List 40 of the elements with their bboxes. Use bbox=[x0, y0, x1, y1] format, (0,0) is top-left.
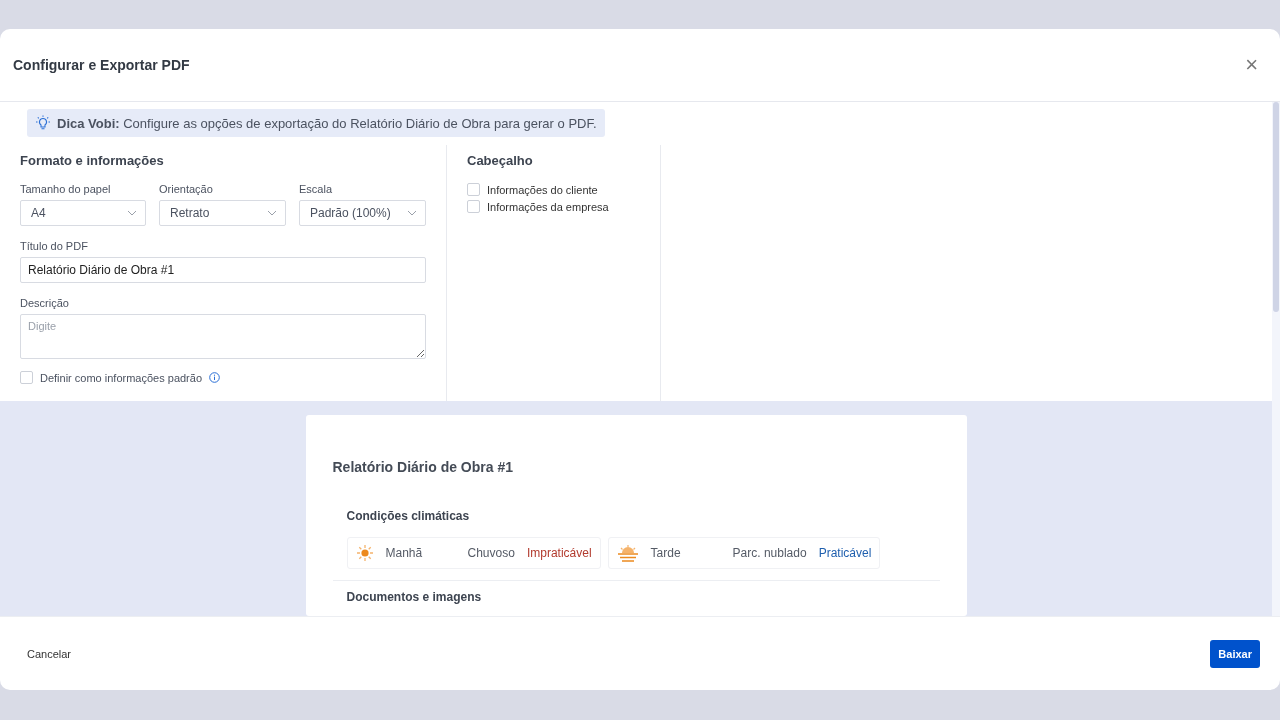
checkbox[interactable] bbox=[20, 371, 33, 384]
field-label: Escala bbox=[299, 183, 334, 195]
field-label: Tamanho do papel bbox=[20, 183, 112, 195]
condition-text: Chuvoso bbox=[467, 546, 515, 560]
field-label: Orientação bbox=[159, 183, 214, 195]
info-icon bbox=[209, 372, 221, 383]
sun-icon bbox=[355, 544, 374, 562]
title-input[interactable]: Relatório Diário de Obra #1 bbox=[20, 257, 426, 283]
checkbox-label: Informações da empresa bbox=[487, 200, 609, 213]
description-input[interactable]: Digite bbox=[20, 314, 426, 359]
close-button[interactable]: × bbox=[1245, 54, 1258, 76]
chevron-down-icon bbox=[407, 210, 417, 216]
field-label: Título do PDF bbox=[20, 240, 89, 252]
section-heading: Condições climáticas bbox=[346, 509, 471, 523]
download-button[interactable]: Baixar bbox=[1210, 639, 1260, 668]
checkbox-label: Definir como informações padrão bbox=[40, 371, 203, 384]
tip-text: Dica Vobi: Configure as opções de exportação do Relatório Diário de Obra para gerar o PDF. bbox=[57, 115, 597, 131]
checkbox-label: Informações do cliente bbox=[487, 183, 598, 196]
checkbox[interactable] bbox=[467, 200, 480, 213]
status-text: Praticável bbox=[818, 546, 872, 560]
sun-horizon-icon bbox=[616, 544, 639, 562]
dialog-title: Configurar e Exportar PDF bbox=[13, 57, 190, 73]
condition-text: Parc. nublado bbox=[732, 546, 807, 560]
lightbulb-icon bbox=[35, 115, 51, 131]
section-heading: Cabeçalho bbox=[467, 153, 534, 168]
select-field[interactable]: A4 bbox=[20, 200, 146, 226]
checkbox[interactable] bbox=[467, 183, 480, 196]
cancel-button[interactable]: Cancelar bbox=[27, 647, 72, 660]
report-title: Relatório Diário de Obra #1 bbox=[332, 459, 514, 475]
section-heading: Formato e informações bbox=[20, 153, 165, 168]
scrollbar-thumb[interactable] bbox=[1273, 102, 1279, 312]
select-field[interactable]: Padrão (100%) bbox=[299, 200, 426, 226]
period-text: Tarde bbox=[650, 546, 682, 560]
chevron-down-icon bbox=[127, 210, 137, 216]
field-label: Descrição bbox=[20, 297, 70, 309]
status-text: Impraticável bbox=[526, 546, 592, 560]
select-field[interactable]: Retrato bbox=[159, 200, 286, 226]
period-text: Manhã bbox=[385, 546, 424, 560]
chevron-down-icon bbox=[267, 210, 277, 216]
section-heading: Documentos e imagens bbox=[346, 590, 483, 604]
